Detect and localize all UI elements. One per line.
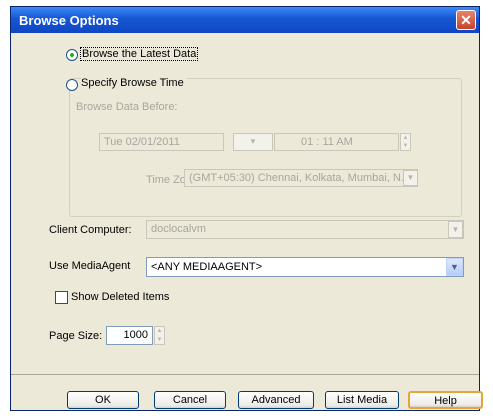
date-field[interactable]: Tue 02/01/2011 [99,133,224,151]
advanced-button[interactable]: Advanced [238,391,314,409]
client-computer-select[interactable]: doclocalvm [146,220,464,239]
radio-selected-dot [70,53,74,57]
time-field[interactable]: 01 : 11 AM [274,133,399,151]
time-hour: 01 [301,136,314,148]
spin-up-icon[interactable]: ▲ [401,134,410,142]
dialog-title: Browse Options [19,13,119,28]
time-spinner[interactable]: ▲ ▼ [400,133,411,151]
timezone-dropdown-arrow[interactable]: ▼ [403,170,418,186]
spin-up-icon[interactable]: ▲ [155,327,164,336]
browse-latest-radio[interactable] [66,49,78,61]
help-button[interactable]: Help [408,391,483,409]
page-size-input[interactable]: 1000 [106,326,153,345]
chevron-down-icon: ▼ [406,173,415,182]
client-computer-label: Client Computer: [49,224,132,236]
browse-latest-label[interactable]: Browse the Latest Data [80,47,199,61]
specify-browse-time-label[interactable]: Specify Browse Time [81,77,187,89]
show-deleted-checkbox[interactable] [55,291,68,304]
title-bar[interactable]: Browse Options ✕ [11,7,479,33]
timezone-select[interactable]: (GMT+05:30) Chennai, Kolkata, Mumbai, N.… [184,169,418,187]
show-deleted-label[interactable]: Show Deleted Items [71,291,169,303]
close-icon[interactable]: ✕ [456,10,476,30]
list-media-button[interactable]: List Media [325,391,399,409]
chevron-down-icon: ▼ [249,137,257,146]
date-dropdown-button[interactable]: ▼ [233,133,273,151]
button-separator [11,374,479,375]
ok-button[interactable]: OK [67,391,139,409]
time-rest: 11 AM [322,136,353,148]
chevron-down-icon: ▼ [450,262,459,272]
spin-down-icon[interactable]: ▼ [155,336,164,345]
page-size-spinner[interactable]: ▲ ▼ [154,326,165,345]
browse-options-dialog: Browse Options ✕ Browse the Latest Data … [10,6,483,411]
chevron-down-icon: ▼ [451,225,460,234]
time-separator: : [316,136,320,148]
client-dropdown-arrow[interactable]: ▼ [448,221,463,238]
cancel-button[interactable]: Cancel [154,391,226,409]
media-agent-select[interactable]: <ANY MEDIAAGENT> [146,257,464,277]
spin-down-icon[interactable]: ▼ [401,142,410,150]
browse-before-label: Browse Data Before: [76,101,178,113]
page-size-label: Page Size: [49,330,103,342]
media-agent-dropdown-arrow[interactable]: ▼ [446,258,463,276]
specify-browse-time-radio[interactable] [66,79,78,91]
media-agent-label: Use MediaAgent [49,260,131,272]
